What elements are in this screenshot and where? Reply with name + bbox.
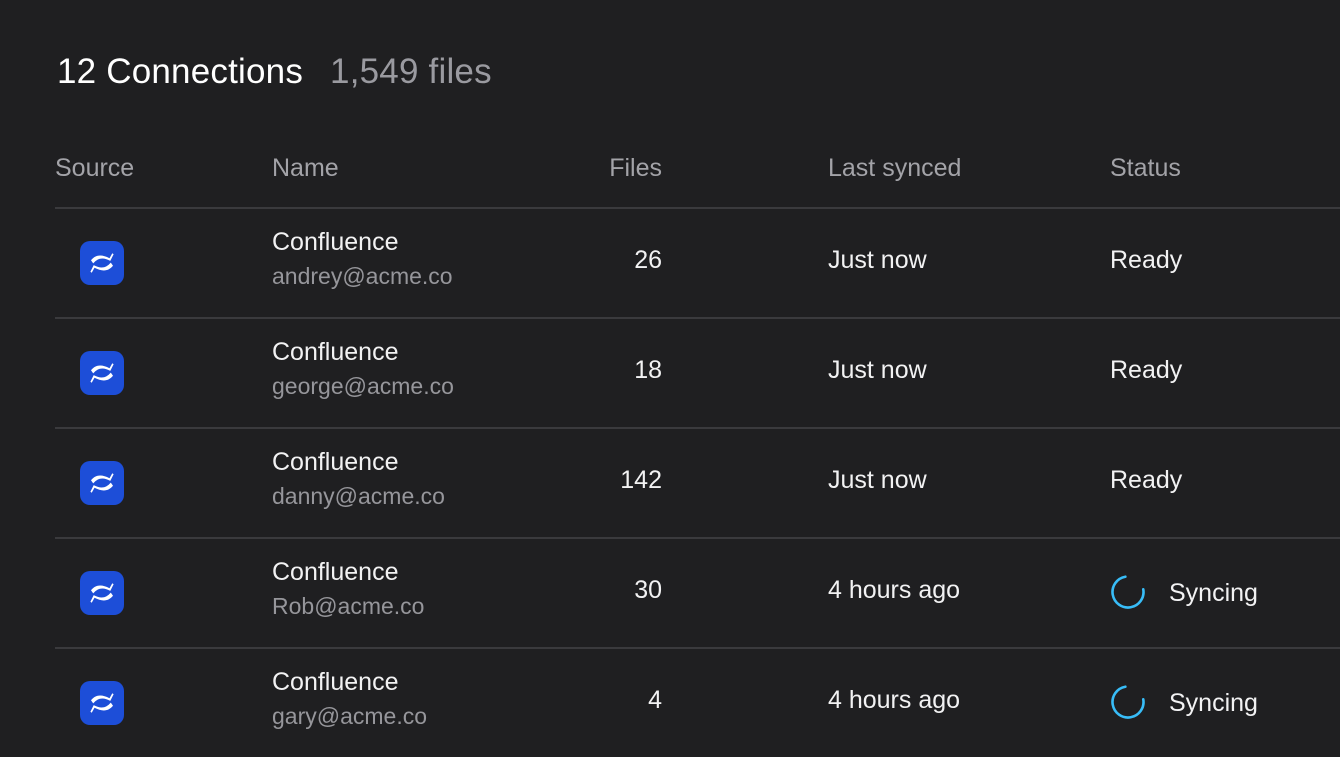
connection-email: gary@acme.co — [272, 703, 428, 729]
column-header-files[interactable]: Files — [540, 154, 662, 183]
connection-name: Confluence — [272, 228, 399, 256]
table-row[interactable]: Confluence andrey@acme.co 26 Just now Re… — [55, 209, 1340, 319]
column-header-status[interactable]: Status — [1110, 154, 1181, 183]
connection-name: Confluence — [272, 558, 399, 586]
column-header-source[interactable]: Source — [55, 154, 134, 183]
confluence-icon — [80, 571, 124, 615]
files-count-cell: 18 — [634, 356, 662, 384]
confluence-icon — [80, 241, 124, 285]
connection-email: andrey@acme.co — [272, 263, 453, 289]
files-count-cell: 142 — [620, 466, 662, 494]
confluence-icon — [80, 681, 124, 725]
files-count-cell: 30 — [634, 576, 662, 604]
status-label: Ready — [1110, 466, 1183, 494]
table-header: Source Name Files Last synced Status — [55, 140, 1340, 209]
table-row[interactable]: Confluence gary@acme.co 4 4 hours ago Sy… — [55, 649, 1340, 757]
page-header: 12 Connections 1,549 files — [57, 52, 492, 96]
status-cell: Ready — [1110, 246, 1182, 275]
connection-email: danny@acme.co — [272, 483, 445, 509]
connection-name: Confluence — [272, 338, 399, 366]
files-count: 1,549 files — [330, 52, 492, 91]
last-synced-cell: 4 hours ago — [828, 576, 961, 604]
status-cell: Ready — [1110, 356, 1182, 385]
table-row[interactable]: Confluence danny@acme.co 142 Just now Re… — [55, 429, 1340, 539]
connection-name-cell: Confluence george@acme.co — [272, 336, 454, 402]
table-row[interactable]: Confluence george@acme.co 18 Just now Re… — [55, 319, 1340, 429]
connection-email: Rob@acme.co — [272, 593, 425, 619]
files-count-cell: 26 — [634, 246, 662, 274]
status-label: Ready — [1110, 246, 1183, 274]
column-header-last-synced[interactable]: Last synced — [828, 154, 961, 183]
column-header-name[interactable]: Name — [272, 154, 339, 183]
connection-name-cell: Confluence danny@acme.co — [272, 446, 445, 512]
last-synced-cell: Just now — [828, 246, 927, 274]
connection-name-cell: Confluence andrey@acme.co — [272, 226, 453, 292]
status-cell: Syncing — [1110, 575, 1258, 610]
last-synced-cell: 4 hours ago — [828, 686, 961, 714]
connection-email: george@acme.co — [272, 373, 454, 399]
status-label: Syncing — [1169, 578, 1258, 607]
last-synced-cell: Just now — [828, 356, 927, 384]
status-cell: Syncing — [1110, 685, 1258, 720]
files-count-cell: 4 — [648, 686, 662, 714]
connection-name-cell: Confluence gary@acme.co — [272, 666, 427, 732]
connection-name: Confluence — [272, 668, 399, 696]
loading-spinner-icon — [1111, 575, 1145, 609]
page-title: 12 Connections — [57, 52, 304, 91]
status-cell: Ready — [1110, 466, 1182, 495]
last-synced-cell: Just now — [828, 466, 927, 494]
loading-spinner-icon — [1111, 685, 1145, 719]
table-row[interactable]: Confluence Rob@acme.co 30 4 hours ago Sy… — [55, 539, 1340, 649]
connections-table: Source Name Files Last synced Status Con… — [55, 140, 1340, 757]
confluence-icon — [80, 351, 124, 395]
connection-name: Confluence — [272, 448, 399, 476]
status-label: Syncing — [1169, 688, 1258, 717]
status-label: Ready — [1110, 356, 1183, 384]
confluence-icon — [80, 461, 124, 505]
connection-name-cell: Confluence Rob@acme.co — [272, 556, 424, 622]
